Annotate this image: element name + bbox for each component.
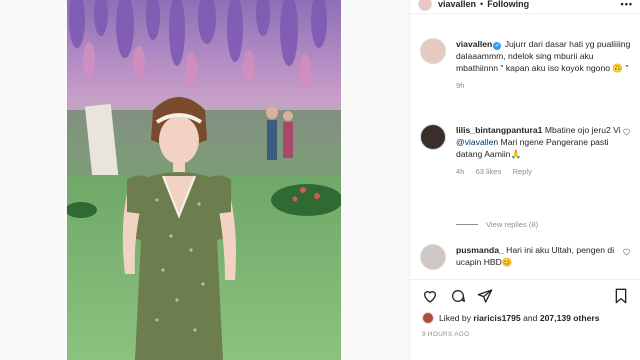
bookmark-icon[interactable]	[613, 288, 629, 304]
commenter-username[interactable]: pusmanda_	[456, 245, 504, 255]
comment-item: lilis_bintangpantura1 Mbatine ojo jeru2 …	[420, 124, 633, 178]
post-photo[interactable]	[67, 0, 341, 360]
comment-meta: 4h 63 likes Reply	[456, 166, 633, 178]
caption-username[interactable]: viavallen	[456, 39, 492, 49]
comment-mention-link[interactable]: @viavallen	[456, 137, 498, 147]
caption-time[interactable]: 9h	[456, 81, 464, 90]
following-button[interactable]: Following	[487, 0, 529, 9]
view-replies-divider	[456, 224, 478, 225]
instagram-post-view: viavallen • Following ••• viavallen ✓ Juj…	[0, 0, 640, 360]
author-username[interactable]: viavallen	[438, 0, 476, 9]
liker-avatar[interactable]	[422, 312, 434, 324]
reply-button[interactable]: Reply	[512, 167, 531, 176]
likes-prefix: Liked by	[439, 313, 472, 323]
likes-count[interactable]: 207,139 others	[540, 313, 600, 323]
commenter-avatar[interactable]	[420, 124, 446, 150]
commenter-username[interactable]: lilis_bintangpantura1	[456, 125, 542, 135]
caption: viavallen ✓ Jujurr dari dasar hati yg pua…	[420, 38, 633, 92]
post-header: viavallen • Following •••	[410, 0, 640, 14]
post-timestamp[interactable]: 9 HOURS AGO	[422, 331, 469, 338]
header-separator: •	[480, 0, 484, 9]
comment-item: pusmanda_ Hari ini aku Ultah, pengen di …	[420, 244, 633, 270]
likes-middle: and	[523, 313, 538, 323]
comment-like-icon[interactable]	[622, 247, 631, 256]
caption-avatar[interactable]	[420, 38, 446, 64]
likes-summary: Liked by riaricis1795 and 207,139 others	[422, 312, 600, 324]
post-actions-bar	[410, 279, 640, 309]
comment-text: Mbatine ojo jeru2 Vi	[542, 125, 621, 135]
comment-like-icon[interactable]	[622, 127, 631, 136]
author-avatar[interactable]	[418, 0, 432, 11]
post-photo-illustration	[67, 0, 341, 360]
view-replies-label[interactable]: View replies (8)	[486, 220, 538, 229]
post-detail-panel: viavallen • Following ••• viavallen ✓ Juj…	[409, 0, 640, 360]
comment-time[interactable]: 4h	[456, 167, 464, 176]
verified-badge-icon: ✓	[493, 42, 502, 50]
liker-username[interactable]: riaricis1795	[473, 313, 520, 323]
share-icon[interactable]	[477, 288, 493, 304]
view-replies-link[interactable]: View replies (8)	[456, 220, 538, 229]
heart-icon[interactable]	[422, 288, 438, 304]
comment-likes-count[interactable]: 63 likes	[476, 167, 502, 176]
comment-icon[interactable]	[450, 288, 466, 304]
more-options-icon[interactable]: •••	[621, 0, 633, 9]
caption-meta: 9h	[456, 80, 633, 92]
commenter-avatar[interactable]	[420, 244, 446, 270]
